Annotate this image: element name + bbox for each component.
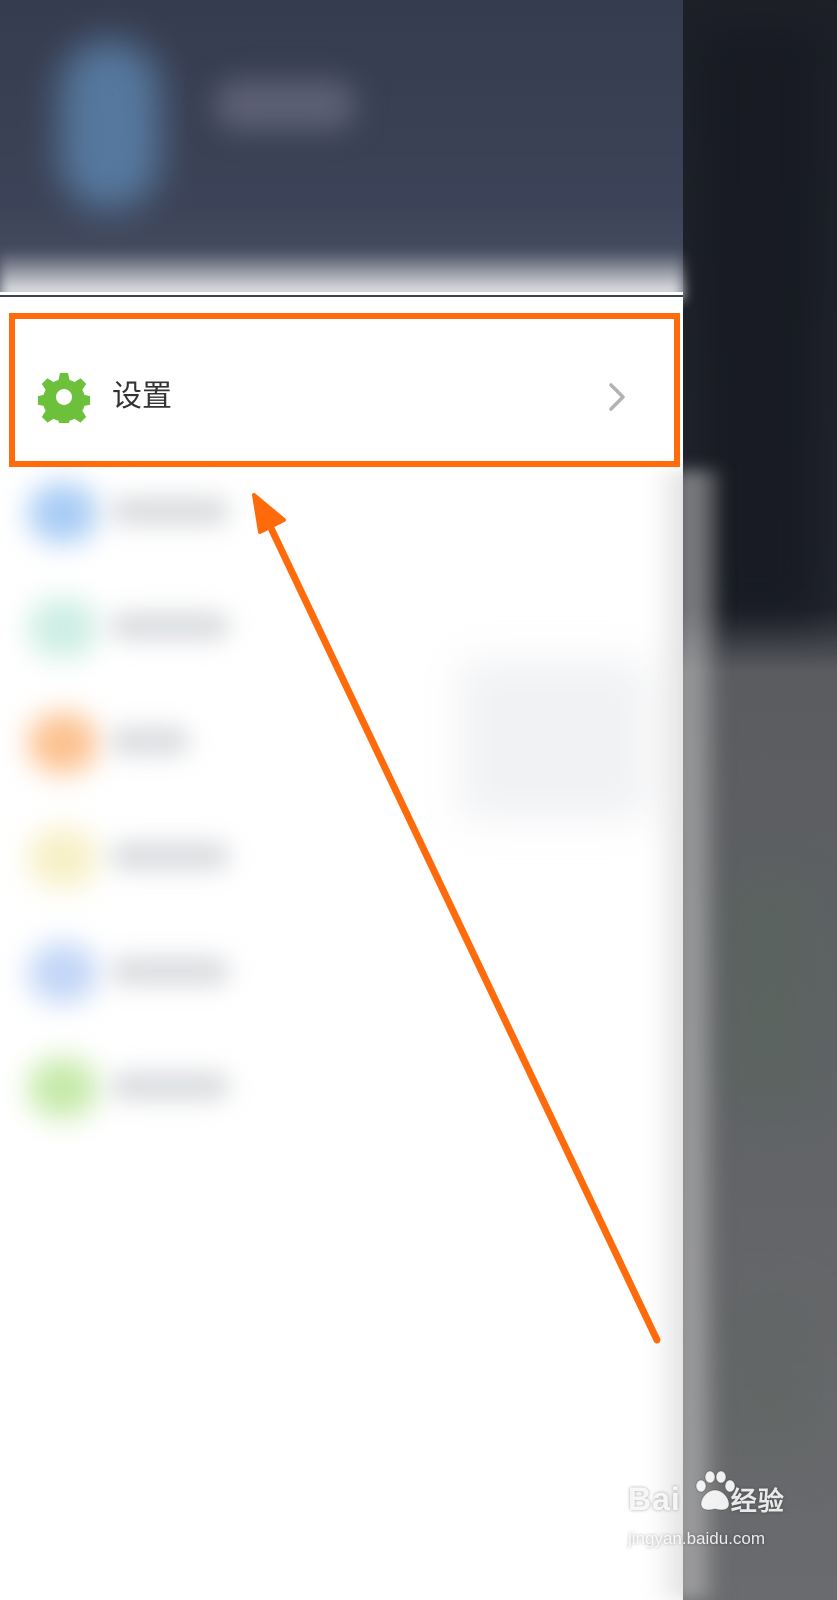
blurred-item-label xyxy=(110,612,230,640)
menu-item-blurred[interactable] xyxy=(0,475,300,555)
blurred-item-icon xyxy=(28,1058,98,1118)
avatar[interactable] xyxy=(60,40,160,210)
menu-item-blurred[interactable] xyxy=(0,590,300,670)
watermark-brand-text: Bai xyxy=(628,1481,681,1517)
blurred-item-icon xyxy=(28,828,98,888)
highlight-box xyxy=(9,313,680,467)
blurred-item-icon xyxy=(28,943,98,1003)
blurred-item-label xyxy=(110,842,230,870)
drawer-profile-header[interactable] xyxy=(0,0,683,292)
blurred-item-label xyxy=(110,1072,230,1100)
blurred-item-label xyxy=(110,497,230,525)
menu-item-blurred[interactable] xyxy=(0,1050,300,1130)
watermark: Bai 经验 jingyan.baidu.com xyxy=(628,1470,828,1588)
blurred-item-label xyxy=(110,727,190,755)
blurred-item-icon xyxy=(28,713,98,773)
menu-item-blurred[interactable] xyxy=(0,820,300,900)
username-blurred xyxy=(215,80,355,130)
blurred-item-icon xyxy=(28,483,98,543)
menu-item-blurred[interactable] xyxy=(0,705,300,785)
screen: 设置 Bai 经验 jingyan.baidu.com xyxy=(0,0,837,1600)
paw-icon xyxy=(695,1470,736,1511)
background-blur xyxy=(730,1300,810,1460)
header-fade xyxy=(0,250,683,300)
watermark-url: jingyan.baidu.com xyxy=(628,1529,766,1548)
blurred-item-icon xyxy=(28,598,98,658)
menu-item-blurred[interactable] xyxy=(0,935,300,1015)
side-drawer: 设置 xyxy=(0,0,683,1600)
blurred-panel xyxy=(460,660,650,820)
background-blur xyxy=(730,880,810,1100)
drawer-edge-shadow xyxy=(650,470,720,1600)
blurred-item-label xyxy=(110,957,230,985)
